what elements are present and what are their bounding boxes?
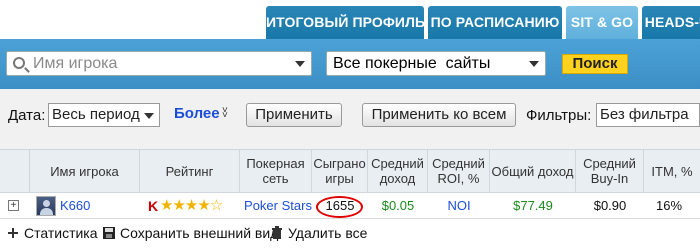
header-avg-roi[interactable]: Средний ROI, % xyxy=(428,150,490,192)
delete-all-button[interactable]: Удалить все xyxy=(270,225,367,241)
more-filters-link[interactable]: Более xyxy=(174,105,220,122)
rating-stars-icon: ★★★★☆ xyxy=(160,197,223,214)
plus-icon xyxy=(8,228,18,238)
table-header: Имя игрока Рейтинг Покерная сеть Сыграно… xyxy=(0,149,700,193)
avg-income-value: $0.05 xyxy=(381,198,415,213)
player-search-input[interactable]: Имя игрока xyxy=(6,51,312,76)
rating-k-icon: K xyxy=(148,198,159,214)
header-total-income[interactable]: Общий доход xyxy=(490,150,576,192)
player-name-link[interactable]: K660 xyxy=(60,193,100,219)
player-search-placeholder: Имя игрока xyxy=(33,55,118,72)
header-avg-income[interactable]: Средний доход xyxy=(368,150,428,192)
poker-network-link[interactable]: Poker Stars xyxy=(240,193,316,219)
trash-icon xyxy=(272,226,282,239)
delete-all-label: Удалить все xyxy=(288,225,368,241)
chevron-down-icon xyxy=(144,113,154,119)
double-chevron-down-icon[interactable]: ˅ ˅ xyxy=(222,106,228,121)
expand-row-icon[interactable]: + xyxy=(8,200,19,211)
chevron-down-icon[interactable] xyxy=(295,61,305,67)
header-player-name[interactable]: Имя игрока xyxy=(30,150,140,192)
header-games-played[interactable]: Сыграно игры xyxy=(312,150,368,192)
search-button[interactable]: Поиск xyxy=(562,54,628,74)
highlight-circle xyxy=(316,196,363,218)
filters-select[interactable]: Без фильтра xyxy=(596,103,700,127)
date-period-value: Весь период xyxy=(52,106,140,123)
apply-button[interactable]: Применить xyxy=(246,103,342,127)
apply-all-button[interactable]: Применить ко всем xyxy=(362,103,516,127)
total-income-value: $77.49 xyxy=(513,198,553,213)
header-rating[interactable]: Рейтинг xyxy=(140,150,240,192)
tab-sit-and-go[interactable]: SIT & GO xyxy=(566,6,638,39)
itm-value: 16% xyxy=(655,198,683,213)
filter-bar: Дата: Весь период Более ˅ ˅ Применить При… xyxy=(0,89,700,149)
save-view-label: Сохранить внешний вид xyxy=(120,225,279,241)
date-label: Дата: xyxy=(8,107,46,124)
tab-summary-profile[interactable]: ИТОГОВЫЙ ПРОФИЛЬ xyxy=(266,6,424,39)
chevron-down-icon[interactable] xyxy=(529,61,539,67)
statistics-label: Статистика xyxy=(24,225,98,241)
tab-scheduled[interactable]: ПО РАСПИСАНИЮ xyxy=(428,6,562,39)
header-itm[interactable]: ITM, % xyxy=(644,150,700,192)
header-expand-col xyxy=(0,150,30,192)
avg-roi-value[interactable]: NOI xyxy=(428,193,490,219)
filters-label: Фильтры: xyxy=(526,107,592,124)
tab-bar: ИТОГОВЫЙ ПРОФИЛЬ ПО РАСПИСАНИЮ SIT & GO … xyxy=(0,0,700,39)
poker-site-value: Все покерные сайты xyxy=(333,55,491,72)
avatar xyxy=(36,196,56,216)
header-avg-buyin[interactable]: Средний Buy-In xyxy=(576,150,644,192)
save-icon xyxy=(103,227,115,239)
save-view-button[interactable]: Сохранить внешний вид xyxy=(102,225,278,241)
date-period-select[interactable]: Весь период xyxy=(48,103,160,127)
statistics-button[interactable]: Статистика xyxy=(6,225,98,241)
header-poker-network[interactable]: Покерная сеть xyxy=(240,150,312,192)
filters-value: Без фильтра xyxy=(600,106,689,123)
avg-buyin-value: $0.90 xyxy=(593,198,627,213)
footer-toolbar: Статистика Сохранить внешний вид Удалить… xyxy=(0,219,700,249)
search-icon xyxy=(13,57,25,69)
tab-heads-up[interactable]: HEADS-U xyxy=(642,6,700,39)
poker-site-select[interactable]: Все покерные сайты xyxy=(326,51,546,76)
